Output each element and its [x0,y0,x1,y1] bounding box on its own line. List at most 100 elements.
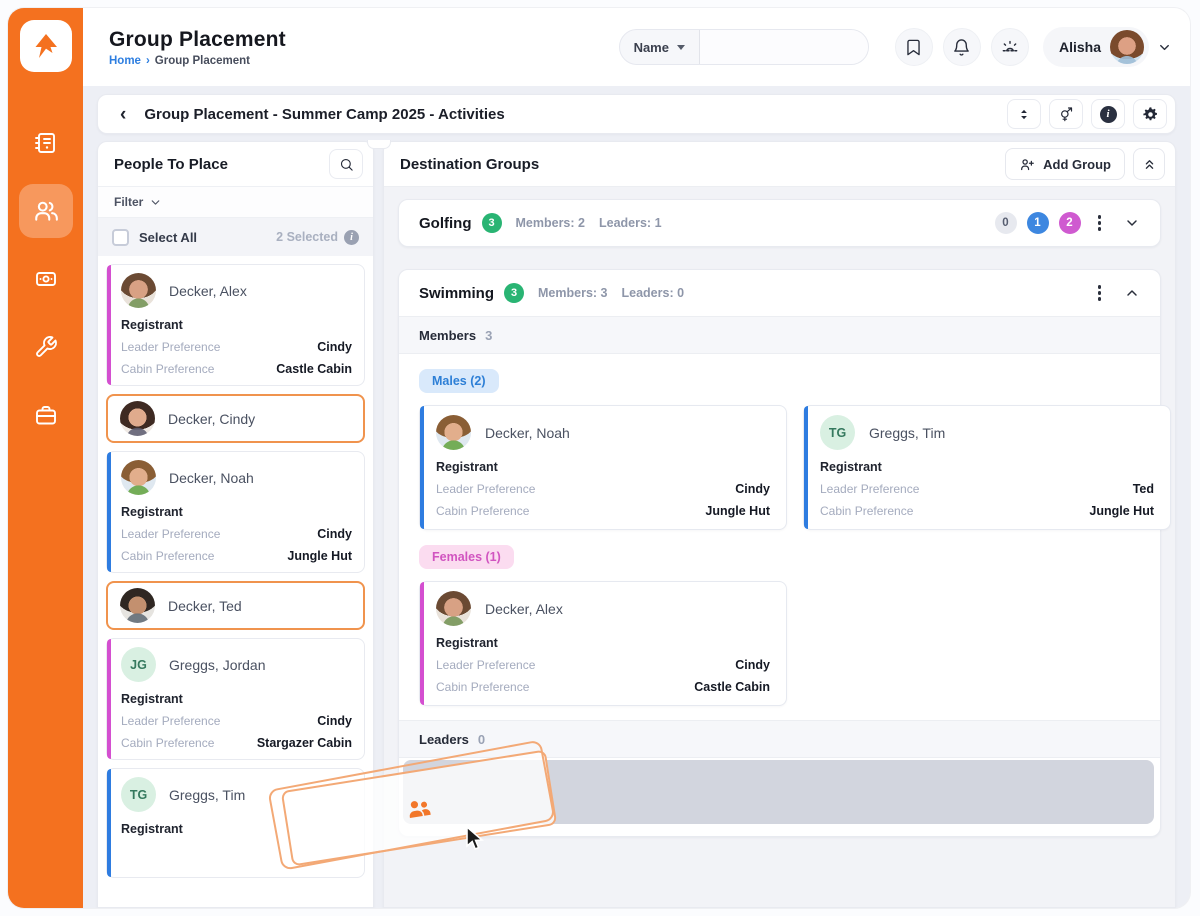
person-name: Decker, Alex [169,283,247,299]
member-card[interactable]: Decker, Noah Registrant Leader Preferenc… [419,405,787,530]
filter-label: Filter [114,195,143,209]
collapse-group-button[interactable] [1118,281,1146,305]
double-chevron-up-icon [1142,157,1157,172]
males-chip[interactable]: Males (2) [419,369,499,393]
gender-accent-bar [107,265,111,385]
users-icon [33,198,59,224]
member-role: Registrant [436,636,770,650]
tools-icon [34,335,58,359]
person-card-selected[interactable]: Decker, Ted [106,581,365,630]
pref-value: Cindy [735,482,770,496]
expand-group-button[interactable] [1118,211,1146,235]
collapse-all-button[interactable] [1133,148,1165,180]
leaders-drop-zone[interactable] [403,760,1154,824]
person-card[interactable]: Decker, Alex Registrant Leader Preferenc… [106,264,365,386]
briefcase-icon [34,403,58,427]
people-search-button[interactable] [329,149,363,179]
notebook-icon [34,131,58,155]
search-type-dropdown[interactable]: Name [620,40,699,55]
sidebar-item-tools[interactable] [19,320,73,374]
user-menu[interactable]: Alisha [1043,27,1149,67]
person-card[interactable]: TG Greggs, Tim Registrant [106,768,365,878]
person-role: Registrant [121,505,352,519]
avatar [121,460,156,495]
add-group-button[interactable]: Add Group [1005,148,1125,180]
select-all-row: Select All 2 Selected i [98,218,373,256]
chevron-down-icon [149,196,162,209]
member-name: Greggs, Tim [869,425,945,441]
gender-icon [1058,106,1075,122]
sidebar-item-payments[interactable] [19,252,73,306]
avatar [121,273,156,308]
select-all-checkbox[interactable] [112,229,129,246]
avatar-initials: TG [121,777,156,812]
female-count-badge: 2 [1059,212,1081,234]
kebab-menu-icon[interactable] [1098,221,1102,225]
pref-value: Jungle Hut [287,549,352,563]
group-card-swimming: Swimming 3 Members: 3 Leaders: 0 [398,269,1161,837]
members-section-header: Members 3 [399,316,1160,354]
info-icon: i [344,230,359,245]
select-all-label: Select All [139,230,197,245]
sidebar-item-work[interactable] [19,388,73,442]
gender-filter-button[interactable] [1049,99,1083,129]
breadcrumb-separator: › [146,55,150,67]
breadcrumb-current: Group Placement [155,55,250,67]
groups-list: Golfing 3 Members: 2 Leaders: 1 0 1 2 [384,186,1175,907]
theme-button[interactable] [991,28,1029,66]
search-input[interactable] [700,30,868,64]
bookmarks-button[interactable] [895,28,933,66]
avatar [1110,30,1144,64]
avatar-initials: TG [820,415,855,450]
capacity-badge: 3 [482,213,502,233]
members-area: Males (2) Decker, Noah [399,354,1160,720]
members-section-label: Members [419,328,476,343]
person-card-selected[interactable]: Decker, Cindy [106,394,365,443]
pref-value: Cindy [317,527,352,541]
people-panel-title: People To Place [114,156,228,173]
group-card-golfing: Golfing 3 Members: 2 Leaders: 1 0 1 2 [398,199,1161,247]
info-button[interactable]: i [1091,99,1125,129]
member-name: Decker, Noah [485,425,570,441]
gender-accent-bar [107,769,111,877]
destination-groups-panel: Destination Groups Add Group [383,141,1176,908]
person-name: Decker, Noah [169,470,254,486]
add-group-label: Add Group [1043,157,1111,172]
app-logo[interactable] [20,20,72,72]
filter-toggle[interactable]: Filter [98,186,373,218]
gender-accent-bar [107,452,111,572]
females-chip[interactable]: Females (1) [419,545,514,569]
breadcrumb-home-link[interactable]: Home [109,55,141,67]
sidebar-item-forms[interactable] [19,116,73,170]
sidebar-item-people[interactable] [19,184,73,238]
leaders-section-count: 0 [478,732,485,747]
person-card[interactable]: Decker, Noah Registrant Leader Preferenc… [106,451,365,573]
member-role: Registrant [820,460,1154,474]
chevron-down-icon[interactable] [1157,40,1172,55]
settings-button[interactable] [1133,99,1167,129]
main-area: Group Placement Home › Group Placement N… [83,8,1190,908]
person-card[interactable]: JG Greggs, Jordan Registrant Leader Pref… [106,638,365,760]
sort-button[interactable] [1007,99,1041,129]
avatar [436,415,471,450]
search-icon [339,157,354,172]
leaders-count-label: Leaders: 0 [622,286,685,300]
avatar-initials: JG [121,647,156,682]
person-name: Greggs, Jordan [169,657,266,673]
male-count-badge: 1 [1027,212,1049,234]
people-to-place-panel: People To Place Filter [97,141,374,908]
gender-accent-bar [420,406,424,529]
gear-icon [1142,106,1159,123]
pref-label: Leader Preference [436,482,535,496]
member-card[interactable]: TG Greggs, Tim Registrant Leader Prefere… [803,405,1171,530]
panel-collapse-handle[interactable] [367,140,391,149]
notifications-button[interactable] [943,28,981,66]
pref-label: Leader Preference [436,658,535,672]
kebab-menu-icon[interactable] [1098,291,1102,295]
back-button[interactable]: ‹ [114,105,132,124]
group-name: Swimming [419,285,494,302]
placement-toolbar: ‹ Group Placement - Summer Camp 2025 - A… [97,94,1176,134]
member-card[interactable]: Decker, Alex Registrant Leader Preferenc… [419,581,787,706]
bell-icon [952,38,971,57]
avatar [436,591,471,626]
